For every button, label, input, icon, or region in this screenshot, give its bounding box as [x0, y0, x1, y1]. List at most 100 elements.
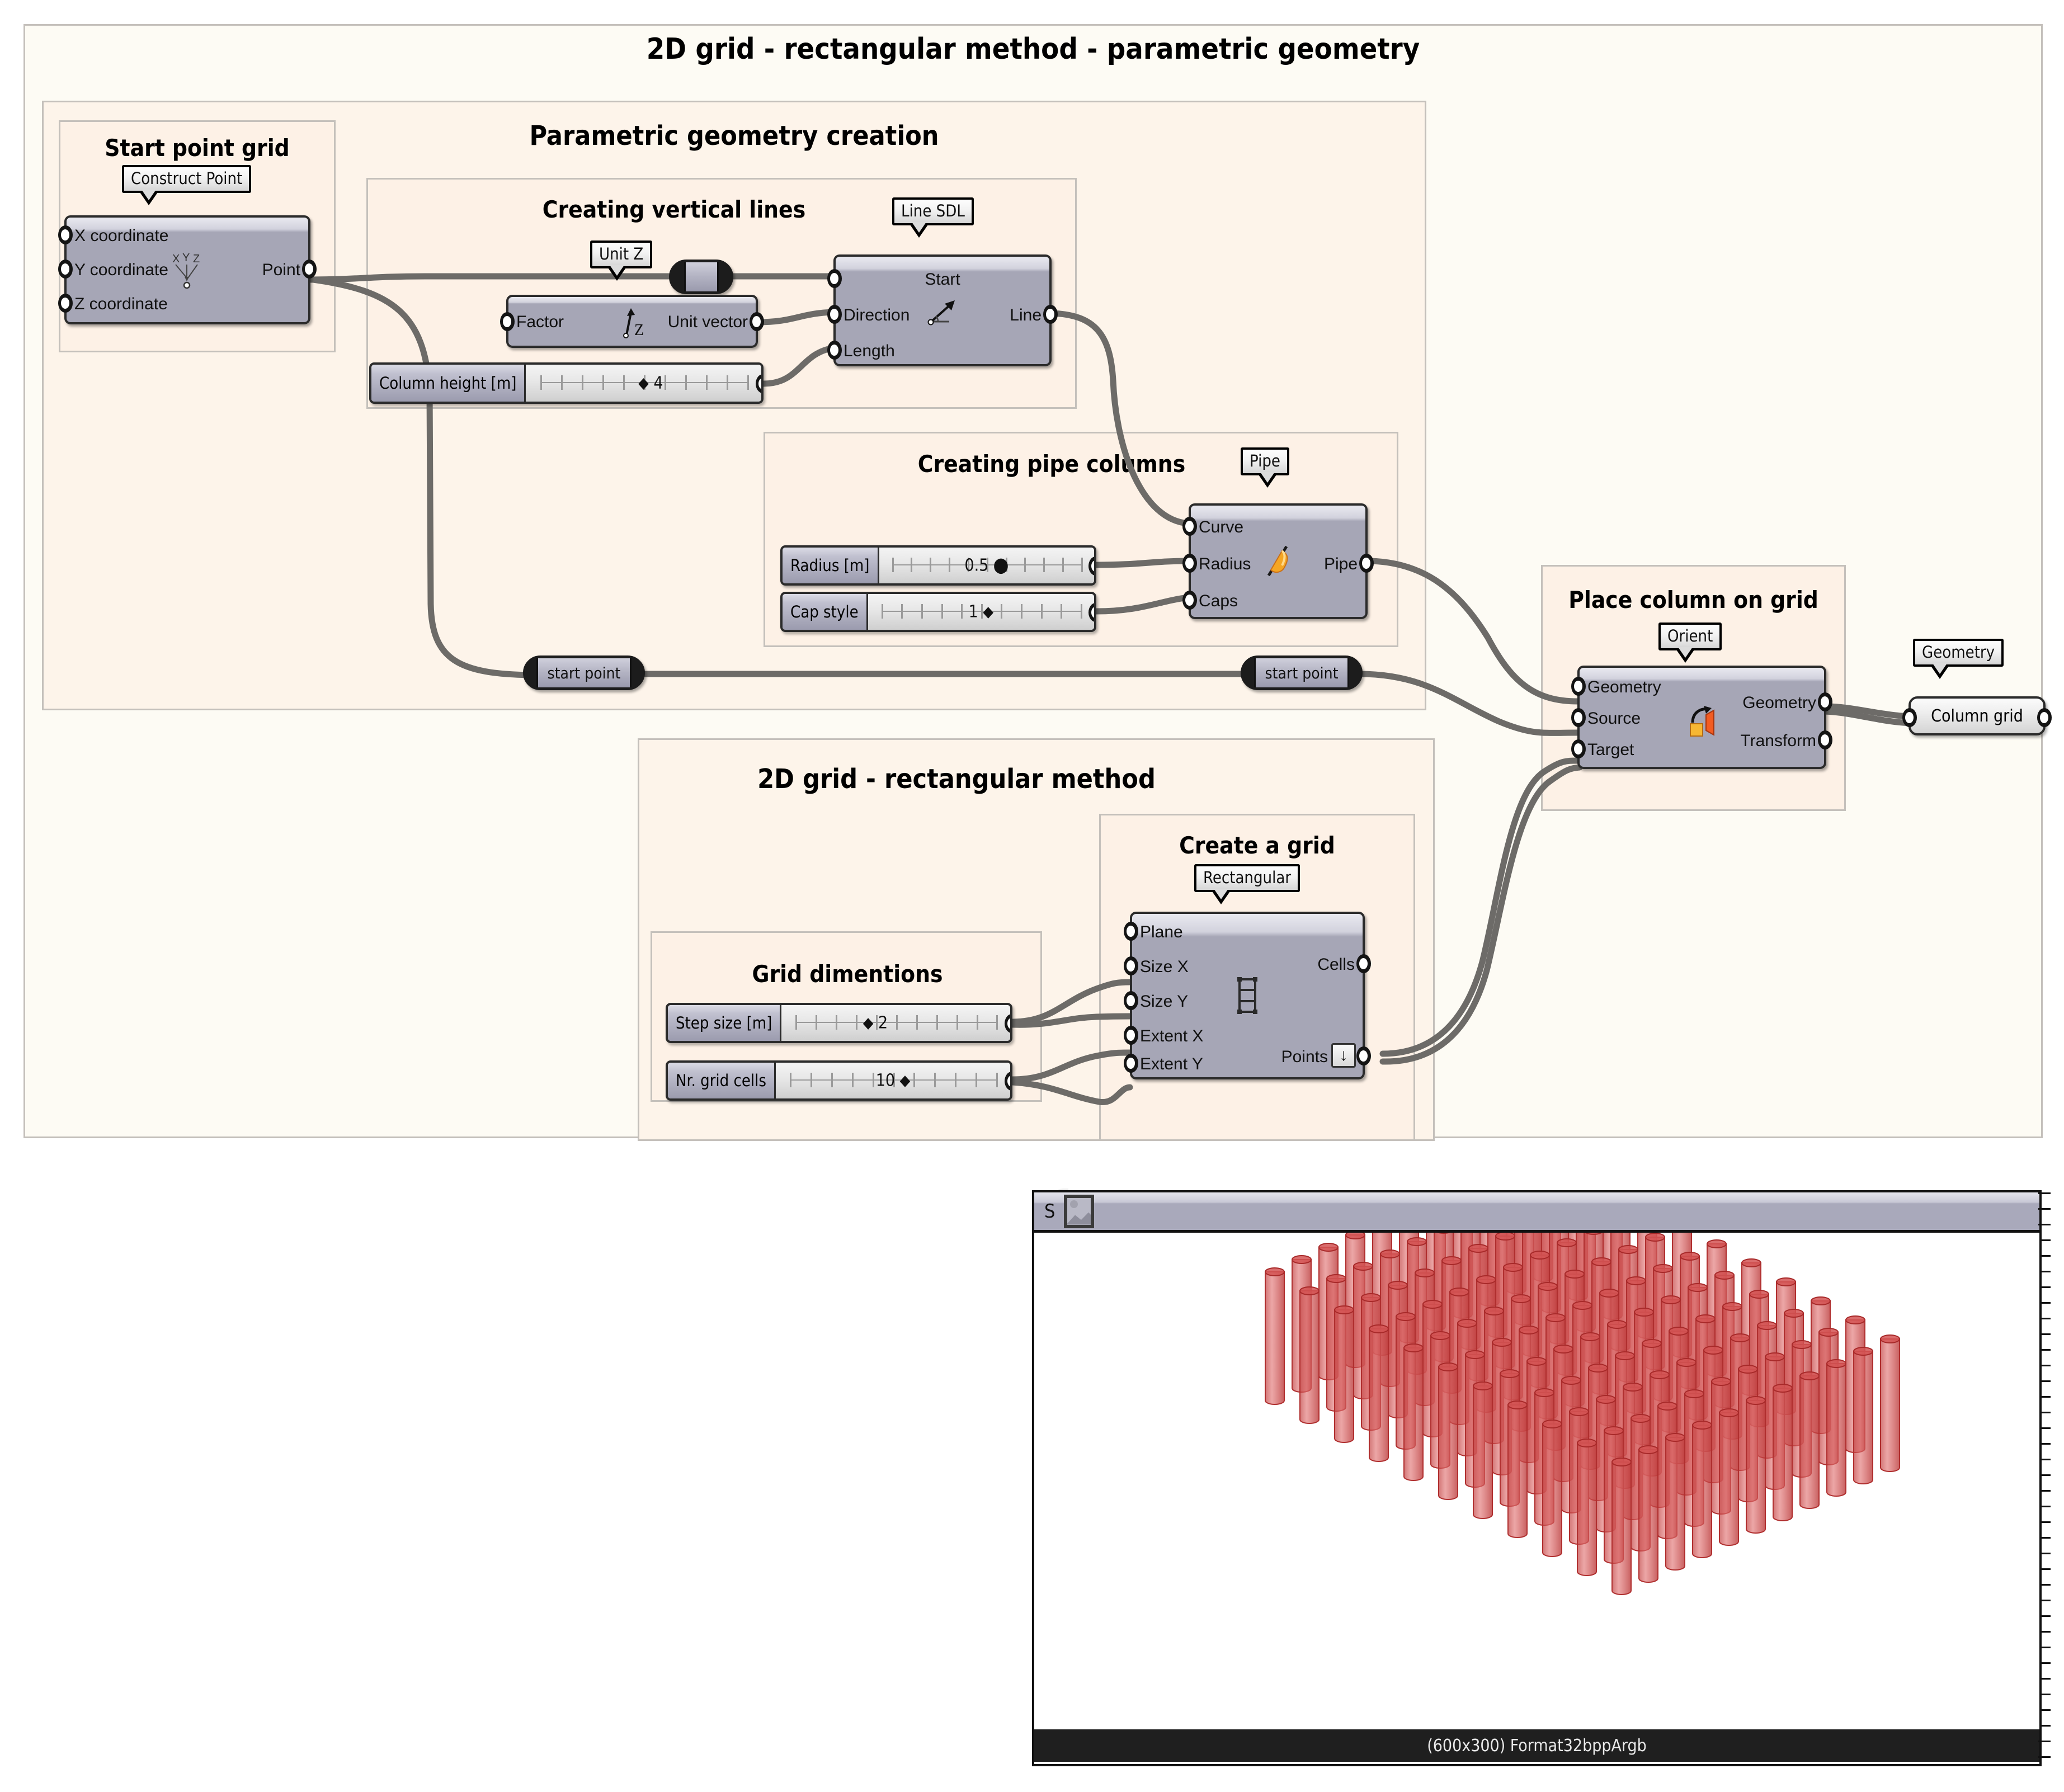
port-in-caps[interactable] — [1182, 591, 1197, 610]
node-line-sdl[interactable]: Start Direction Length Line — [827, 254, 1058, 366]
node-input-label: Source — [1587, 709, 1641, 728]
node-input-label: Length — [843, 342, 895, 360]
port-out-points[interactable] — [1356, 1046, 1371, 1065]
port-in-factor[interactable] — [500, 312, 515, 331]
relay-empty[interactable] — [669, 260, 733, 294]
node-construct-point[interactable]: X coordinate Y coordinate Z coordinate P… — [58, 215, 317, 324]
port-in-geometry[interactable] — [1571, 677, 1586, 696]
node-input-label: Size X — [1140, 958, 1189, 976]
viewport-canvas[interactable]: zyx — [1034, 1233, 2039, 1729]
slider-track[interactable]: ◆ 4 — [526, 365, 761, 402]
port-out-point[interactable] — [302, 260, 317, 279]
window-torn-edge — [2038, 1192, 2051, 1764]
node-output-label: Unit vector — [667, 313, 748, 331]
port-in-size-x[interactable] — [1124, 956, 1138, 975]
balloon-geometry-param: Geometry — [1913, 639, 2004, 679]
slider-track[interactable]: ◆ 2 — [781, 1005, 1010, 1041]
viewport-titlebar[interactable]: S — [1034, 1192, 2039, 1233]
slider-radius[interactable]: Radius [m] 0.5 ⬤ — [780, 545, 1096, 586]
slider-cap-style[interactable]: Cap style 1 ◆ — [780, 592, 1096, 632]
node-pipe[interactable]: Curve Radius Caps Pipe — [1182, 503, 1374, 619]
port-in-x-coordinate[interactable] — [58, 225, 73, 244]
slider-track[interactable]: 1 ◆ — [868, 594, 1094, 630]
port-in-plane[interactable] — [1124, 922, 1138, 941]
port-in-size-y[interactable] — [1124, 991, 1138, 1010]
node-output-label: Geometry — [1742, 694, 1816, 712]
slider-value: 1 ◆ — [968, 602, 994, 622]
svg-text:Y: Y — [182, 252, 190, 264]
node-output-label: Points — [1281, 1048, 1328, 1066]
port-out-line[interactable] — [1043, 305, 1058, 324]
page-title: 2D grid - rectangular method - parametri… — [646, 32, 1420, 66]
slider-track[interactable]: 0.5 ⬤ — [879, 548, 1094, 583]
column-cylinder — [1826, 1359, 1846, 1497]
column-cylinder — [1473, 1381, 1493, 1519]
column-cylinder — [1577, 1439, 1597, 1576]
slider-label: Step size [m] — [668, 1005, 782, 1041]
port-out-unit-vector[interactable] — [750, 312, 764, 331]
slider-value: ◆ 4 — [638, 373, 663, 393]
port-in-length[interactable] — [827, 341, 842, 360]
image-preview-window[interactable]: S zyx (600x300) Format32bppArgb — [1032, 1190, 2051, 1766]
node-input-label: Curve — [1199, 518, 1244, 536]
node-output-label: Cells — [1317, 955, 1355, 974]
node-input-label: X coordinate — [74, 227, 169, 245]
slider-label: Radius [m] — [783, 548, 879, 583]
slider-nr-grid-cells[interactable]: Nr. grid cells 10 ◆ — [666, 1060, 1012, 1101]
node-orient[interactable]: Geometry Source Target Geometry Transfor… — [1571, 666, 1832, 769]
relay-label: start point — [1254, 658, 1349, 687]
xyz-point-icon: X Y Z — [172, 252, 200, 289]
group-title-start-point-grid: Start point grid — [105, 134, 290, 162]
group-title-create-a-grid: Create a grid — [1179, 832, 1335, 859]
slider-step-size[interactable]: Step size [m] ◆ 2 — [666, 1003, 1012, 1043]
node-input-label: Caps — [1199, 592, 1238, 610]
relay-label: start point — [536, 658, 632, 687]
viewport-title: S — [1044, 1200, 1055, 1223]
port-in-column-grid[interactable] — [1902, 708, 1917, 727]
group-title-place-column: Place column on grid — [1568, 586, 1818, 614]
node-input-label: Direction — [843, 306, 910, 324]
param-column-grid[interactable]: Column grid — [1902, 696, 2052, 735]
port-in-radius[interactable] — [1182, 554, 1197, 573]
slider-track[interactable]: 10 ◆ — [776, 1063, 1010, 1098]
port-in-extent-x[interactable] — [1124, 1026, 1138, 1045]
slider-column-height[interactable]: Column height [m] ◆ 4 — [369, 362, 764, 404]
balloon-line-sdl: Line SDL — [892, 197, 974, 238]
image-preview-icon — [1064, 1194, 1095, 1228]
port-out-column-grid[interactable] — [2037, 708, 2052, 727]
column-cylinder — [1880, 1334, 1900, 1472]
port-out-geometry[interactable] — [1818, 692, 1832, 711]
port-out-cells[interactable] — [1356, 954, 1371, 973]
port-in-y-coordinate[interactable] — [58, 260, 73, 279]
port-in-direction[interactable] — [827, 305, 842, 324]
node-input-label: Radius — [1199, 555, 1251, 573]
column-cylinder — [1334, 1305, 1354, 1443]
rectangular-grid-icon — [1237, 977, 1257, 1014]
column-cylinder — [1542, 1420, 1562, 1557]
param-label: Column grid — [1931, 706, 2023, 726]
port-in-source[interactable] — [1571, 708, 1586, 727]
port-in-target[interactable] — [1571, 739, 1586, 758]
viewport-status-bar: (600x300) Format32bppArgb — [1034, 1729, 2039, 1762]
node-rectangular[interactable]: Plane Size X Size Y Extent X Extent Y Ce… — [1124, 912, 1371, 1079]
node-input-label: Z coordinate — [74, 295, 168, 313]
column-cylinder — [1719, 1408, 1739, 1546]
port-in-curve[interactable] — [1182, 517, 1197, 536]
node-output-label: Pipe — [1323, 555, 1358, 573]
balloon-rectangular: Rectangular — [1194, 864, 1300, 904]
port-in-start[interactable] — [827, 269, 842, 288]
port-out-transform[interactable] — [1818, 730, 1832, 749]
column-cylinder — [1799, 1371, 1820, 1509]
flatten-down-arrow-icon[interactable]: ↓ — [1331, 1043, 1356, 1068]
node-input-label: Plane — [1140, 923, 1183, 941]
relay-start-point-right[interactable]: start point — [1241, 656, 1363, 690]
port-in-z-coordinate[interactable] — [58, 294, 73, 313]
node-unit-z[interactable]: Factor Unit vector Z — [500, 295, 764, 348]
group-title-pipe-columns: Creating pipe columns — [917, 450, 1186, 478]
port-in-extent-y[interactable] — [1124, 1054, 1138, 1073]
column-cylinder — [1611, 1458, 1632, 1595]
node-output-label: Line — [1010, 306, 1042, 324]
column-cylinder — [1773, 1384, 1793, 1521]
relay-start-point-left[interactable]: start point — [523, 656, 645, 690]
port-out-pipe[interactable] — [1359, 554, 1374, 573]
